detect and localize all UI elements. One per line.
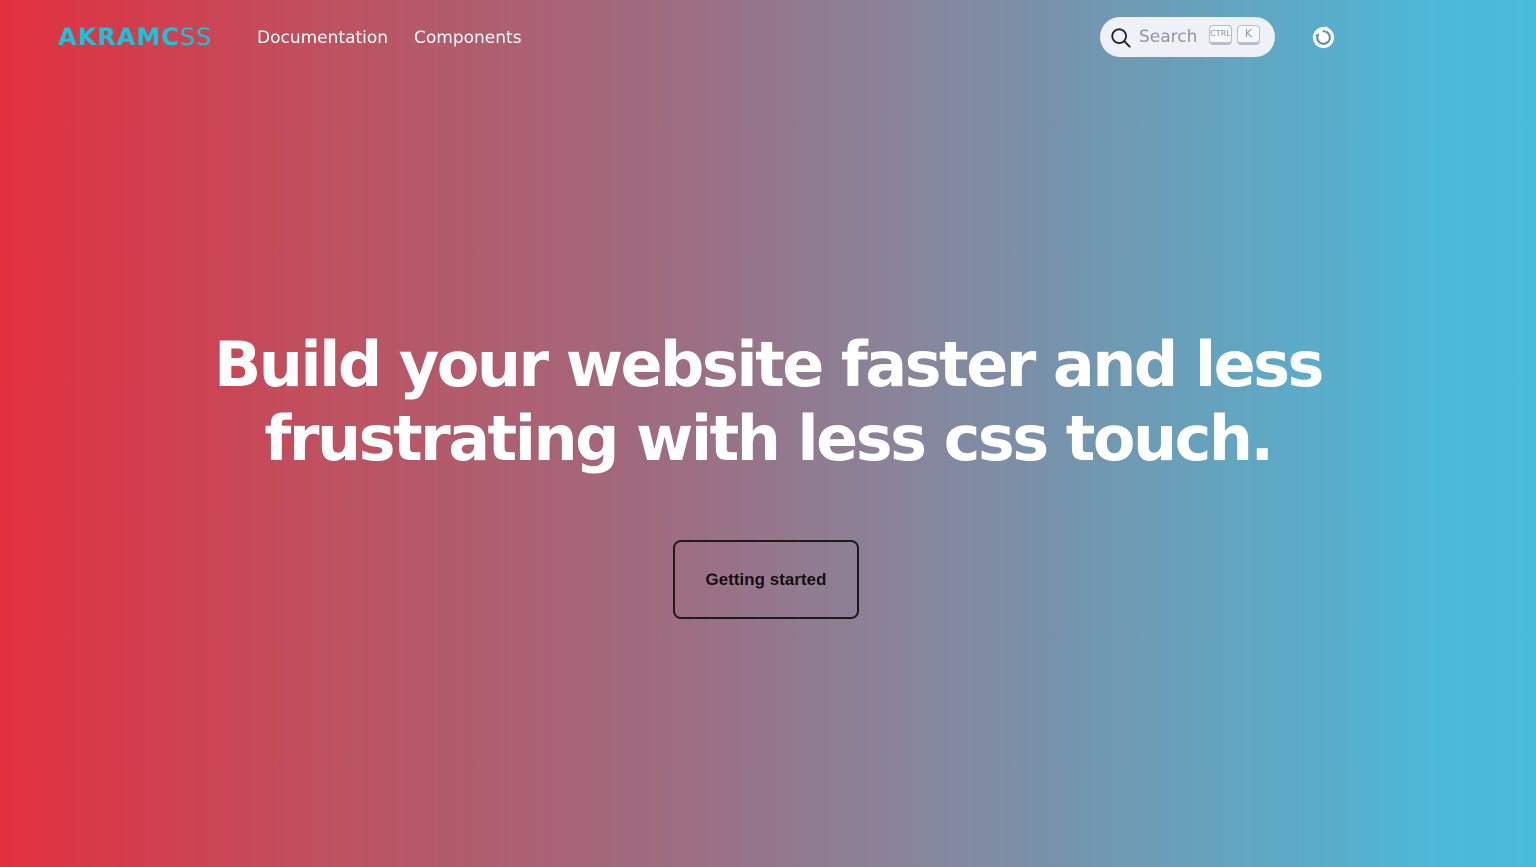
nav-link-components[interactable]: Components	[414, 26, 522, 50]
logo-text-bold: AKRAMC	[58, 23, 180, 51]
getting-started-button[interactable]: Getting started	[673, 540, 859, 619]
navbar: AKRAMCSS Documentation Components Search…	[0, 0, 1536, 76]
hero-title-line-1: Build your website faster and less	[214, 328, 1324, 401]
search-button[interactable]: Search CTRL K	[1100, 17, 1275, 57]
shortcut-k-key: K	[1237, 25, 1260, 45]
search-icon	[1111, 28, 1131, 48]
nav-link-documentation[interactable]: Documentation	[257, 26, 388, 50]
hero-title-line-2: frustrating with less css touch.	[264, 402, 1274, 475]
logo[interactable]: AKRAMCSS	[58, 21, 212, 53]
shortcut-ctrl-key: CTRL	[1209, 25, 1232, 45]
search-placeholder: Search	[1139, 27, 1198, 47]
theme-toggle-icon[interactable]	[1310, 24, 1337, 51]
hero-title: Build your website faster and less frust…	[0, 328, 1536, 476]
logo-text-thin: SS	[179, 23, 213, 51]
